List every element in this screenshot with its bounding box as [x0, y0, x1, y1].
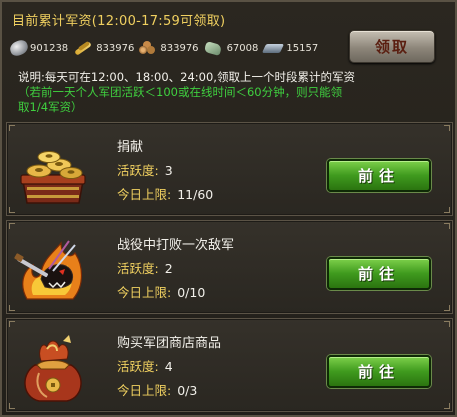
activity-value: 4 [164, 359, 173, 374]
frame-corner [444, 125, 450, 131]
military-funds-panel: 目前累计军资(12:00-17:59可领取) 901238 833976 833… [0, 0, 457, 417]
activity-value: 2 [164, 261, 173, 276]
resource-silver: 901238 [8, 38, 69, 58]
claim-button[interactable]: 领取 [349, 30, 435, 63]
task-row: 捐献 活跃度: 3 今日上限: 11/60 前往 [6, 122, 453, 216]
limit-value: 0/10 [177, 285, 206, 300]
resource-stone: 67008 [203, 40, 259, 56]
funds-title: 目前累计军资(12:00-17:59可领取) [12, 14, 226, 29]
resource-iron: 15157 [262, 40, 318, 56]
frame-corner [444, 321, 450, 327]
notice-line: （若前一天个人军团活跃＜100或在线时间＜60分钟，则只能领 [18, 85, 343, 99]
task-list: 捐献 活跃度: 3 今日上限: 11/60 前往 战役中打败一次敌军 活跃度: … [6, 122, 453, 416]
task-row: 购买军团商店商品 活跃度: 4 今日上限: 0/3 前往 [6, 318, 453, 412]
activity-label: 活跃度: [117, 163, 159, 178]
limit-value: 0/3 [177, 383, 198, 398]
limit-label: 今日上限: [117, 187, 172, 202]
task-name: 购买军团商店商品 [117, 336, 222, 351]
activity-label: 活跃度: [117, 359, 159, 374]
iron-value: 15157 [286, 42, 319, 54]
silver-value: 901238 [30, 42, 69, 54]
limit-label: 今日上限: [117, 383, 172, 398]
go-button[interactable]: 前往 [327, 159, 431, 192]
flaming-beast-icon [14, 240, 83, 300]
resource-bar: 901238 833976 833976 67008 15157 [8, 38, 350, 58]
wood-icon [138, 40, 158, 56]
task-activity: 活跃度: 4 [117, 356, 173, 375]
iron-icon [262, 40, 284, 56]
notice-line: 取1/4军资） [18, 100, 83, 114]
stone-value: 67008 [226, 42, 259, 54]
task-name: 战役中打败一次敌军 [117, 238, 235, 253]
task-name: 捐献 [117, 140, 144, 155]
task-row: 战役中打败一次敌军 活跃度: 2 今日上限: 0/10 前往 [6, 220, 453, 314]
task-daily-limit: 今日上限: 0/10 [117, 282, 205, 301]
frame-corner [444, 207, 450, 213]
silver-icon [8, 38, 30, 58]
wood-value: 833976 [160, 42, 199, 54]
description-line: 说明:每天可在12:00、18:00、24:00,领取上一个时段累计的军资 [18, 70, 355, 84]
frame-corner [444, 305, 450, 311]
stone-icon [203, 40, 225, 56]
limit-value: 11/60 [177, 187, 214, 202]
treasure-chest-icon [20, 151, 86, 204]
go-button[interactable]: 前往 [327, 355, 431, 388]
activity-value: 3 [164, 163, 173, 178]
frame-corner [444, 223, 450, 229]
frame-corner [444, 403, 450, 409]
grain-value: 833976 [96, 42, 135, 54]
resource-wood: 833976 [138, 40, 199, 56]
activity-label: 活跃度: [117, 261, 159, 276]
money-bag-icon [24, 335, 82, 402]
task-activity: 活跃度: 3 [117, 160, 173, 179]
limit-label: 今日上限: [117, 285, 172, 300]
go-button[interactable]: 前往 [327, 257, 431, 290]
task-activity: 活跃度: 2 [117, 258, 173, 277]
task-daily-limit: 今日上限: 0/3 [117, 380, 197, 399]
resource-grain: 833976 [72, 41, 134, 55]
grain-icon [72, 41, 94, 55]
task-daily-limit: 今日上限: 11/60 [117, 184, 213, 203]
